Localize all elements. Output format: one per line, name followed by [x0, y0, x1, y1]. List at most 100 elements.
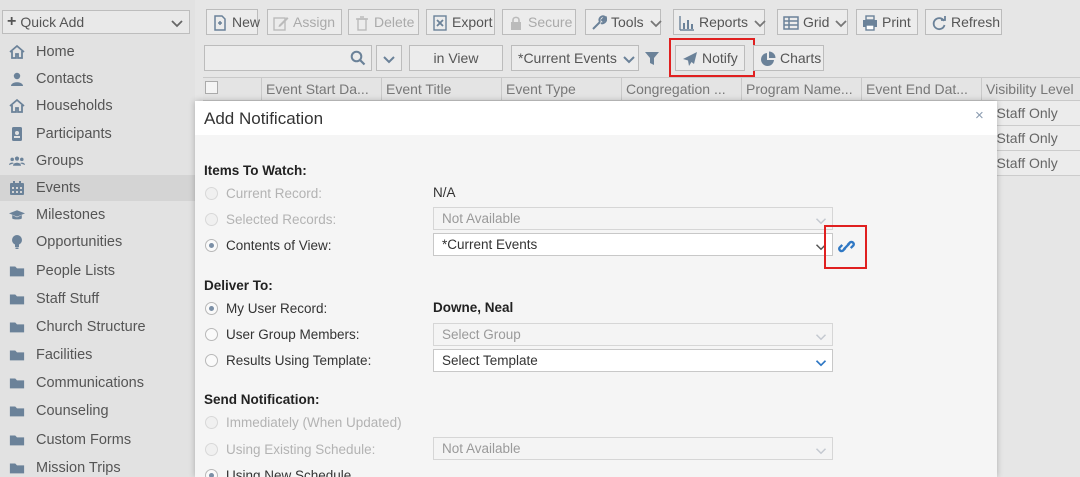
folder-icon — [6, 459, 28, 477]
immediately-radio[interactable] — [205, 415, 218, 429]
immediately-option[interactable]: Immediately (When Updated) — [205, 412, 402, 432]
sidebar-item-counseling[interactable]: Counseling — [0, 398, 195, 424]
results-using-template-option[interactable]: Results Using Template: — [205, 350, 371, 370]
selected-records-value: Not Available — [442, 211, 521, 226]
link-highlight-box — [824, 225, 867, 269]
existing-schedule-select[interactable]: Not Available — [433, 437, 833, 460]
column-event-end-date[interactable]: Event End Dat... — [861, 78, 981, 100]
user-group-select[interactable]: Select Group — [433, 323, 833, 346]
filter-icon[interactable] — [644, 49, 660, 66]
folder-icon — [6, 402, 28, 420]
delete-button[interactable]: Delete — [348, 9, 419, 35]
sidebar-item-church-structure[interactable]: Church Structure — [0, 314, 195, 340]
column-event-title[interactable]: Event Title — [381, 78, 501, 100]
sidebar-item-label: Staff Stuff — [36, 291, 100, 307]
sidebar-item-participants[interactable]: Participants — [0, 121, 195, 147]
grid-dropdown[interactable]: Grid — [777, 9, 848, 35]
reports-dropdown[interactable]: Reports — [673, 9, 766, 35]
existing-schedule-option[interactable]: Using Existing Schedule: — [205, 439, 375, 459]
sidebar-item-opportunities[interactable]: Opportunities — [0, 229, 195, 255]
folder-icon — [6, 431, 28, 449]
sidebar-item-people-lists[interactable]: People Lists — [0, 258, 195, 284]
contents-of-view-select[interactable]: *Current Events — [433, 233, 833, 256]
in-view-label: in View — [433, 50, 479, 66]
my-user-record-radio[interactable] — [205, 301, 218, 315]
assign-button[interactable]: Assign — [267, 9, 342, 35]
export-button[interactable]: Export — [426, 9, 495, 35]
sidebar-item-events[interactable]: Events — [0, 175, 195, 201]
sidebar-item-milestones[interactable]: Milestones — [0, 202, 195, 228]
search-options-dropdown[interactable] — [376, 45, 402, 71]
refresh-button[interactable]: Refresh — [925, 9, 1002, 35]
current-record-label: Current Record: — [226, 185, 323, 201]
current-record-option[interactable]: Current Record: — [205, 183, 322, 203]
column-event-type[interactable]: Event Type — [501, 78, 621, 100]
bar-chart-icon — [679, 13, 695, 31]
sidebar-item-facilities[interactable]: Facilities — [0, 342, 195, 368]
user-group-members-radio[interactable] — [205, 327, 218, 341]
search-icon[interactable] — [344, 45, 372, 71]
tools-dropdown[interactable]: Tools — [585, 9, 662, 35]
sidebar-item-label: Opportunities — [36, 234, 123, 250]
user-group-members-option[interactable]: User Group Members: — [205, 324, 360, 344]
add-notification-dialog: Add Notification × Items To Watch: Curre… — [195, 101, 997, 477]
contents-of-view-radio[interactable] — [205, 238, 218, 252]
dialog-title: Add Notification — [204, 109, 324, 128]
view-select[interactable]: *Current Events — [511, 45, 639, 71]
new-schedule-option[interactable]: Using New Schedule — [205, 465, 351, 477]
new-button[interactable]: New — [206, 9, 261, 35]
home-icon — [6, 97, 28, 115]
secure-button[interactable]: Secure — [502, 9, 576, 35]
chevron-down-icon — [815, 355, 827, 370]
my-user-record-option[interactable]: My User Record: — [205, 298, 327, 318]
column-event-start-date[interactable]: Event Start Da... — [261, 78, 381, 100]
select-all-checkbox[interactable] — [205, 81, 218, 94]
sidebar-item-label: Counseling — [36, 403, 109, 419]
table-icon — [783, 13, 799, 30]
sidebar-item-groups[interactable]: Groups — [0, 148, 195, 174]
sidebar-item-contacts[interactable]: Contacts — [0, 66, 195, 92]
existing-schedule-label: Using Existing Schedule: — [226, 441, 376, 457]
column-visibility-level[interactable]: Visibility Level — [981, 78, 1080, 100]
sidebar-item-mission-trips[interactable]: Mission Trips — [0, 455, 195, 477]
charts-label: Charts — [780, 50, 822, 66]
selected-records-option[interactable]: Selected Records: — [205, 209, 336, 229]
charts-button[interactable]: Charts — [753, 45, 824, 71]
contents-of-view-option[interactable]: Contents of View: — [205, 235, 332, 255]
quick-add-dropdown[interactable]: + Quick Add — [2, 10, 190, 34]
lock-icon — [508, 13, 524, 30]
sidebar-item-label: Contacts — [36, 71, 94, 87]
new-schedule-label: Using New Schedule — [226, 467, 352, 477]
trash-icon — [354, 13, 370, 31]
template-select[interactable]: Select Template — [433, 349, 833, 372]
selected-records-label: Selected Records: — [226, 211, 337, 227]
existing-schedule-radio[interactable] — [205, 442, 218, 456]
sidebar-item-label: Custom Forms — [36, 432, 132, 448]
sidebar-item-custom-forms[interactable]: Custom Forms — [0, 427, 195, 453]
selected-records-select[interactable]: Not Available — [433, 207, 833, 230]
in-view-button[interactable]: in View — [409, 45, 503, 71]
contents-of-view-value: *Current Events — [442, 237, 538, 252]
results-using-template-radio[interactable] — [205, 353, 218, 367]
new-schedule-radio[interactable] — [205, 468, 218, 477]
sidebar-item-staff-stuff[interactable]: Staff Stuff — [0, 286, 195, 312]
edit-icon — [273, 13, 289, 31]
column-congregation[interactable]: Congregation ... — [621, 78, 741, 100]
chevron-down-icon — [833, 13, 849, 30]
column-program-name[interactable]: Program Name... — [741, 78, 861, 100]
deliver-to-heading: Deliver To: — [204, 278, 273, 293]
tools-label: Tools — [611, 14, 644, 30]
secure-label: Secure — [528, 14, 573, 30]
close-icon[interactable]: × — [975, 107, 984, 124]
selected-records-radio[interactable] — [205, 212, 218, 226]
quick-add-label: Quick Add — [20, 14, 85, 30]
new-label: New — [232, 14, 261, 30]
sidebar-item-home[interactable]: Home — [0, 39, 195, 65]
sidebar-item-households[interactable]: Households — [0, 93, 195, 119]
chevron-down-icon — [815, 443, 827, 458]
sidebar-item-communications[interactable]: Communications — [0, 370, 195, 396]
delete-label: Delete — [374, 14, 415, 30]
results-using-template-label: Results Using Template: — [226, 352, 372, 368]
print-button[interactable]: Print — [856, 9, 918, 35]
current-record-radio[interactable] — [205, 186, 218, 200]
